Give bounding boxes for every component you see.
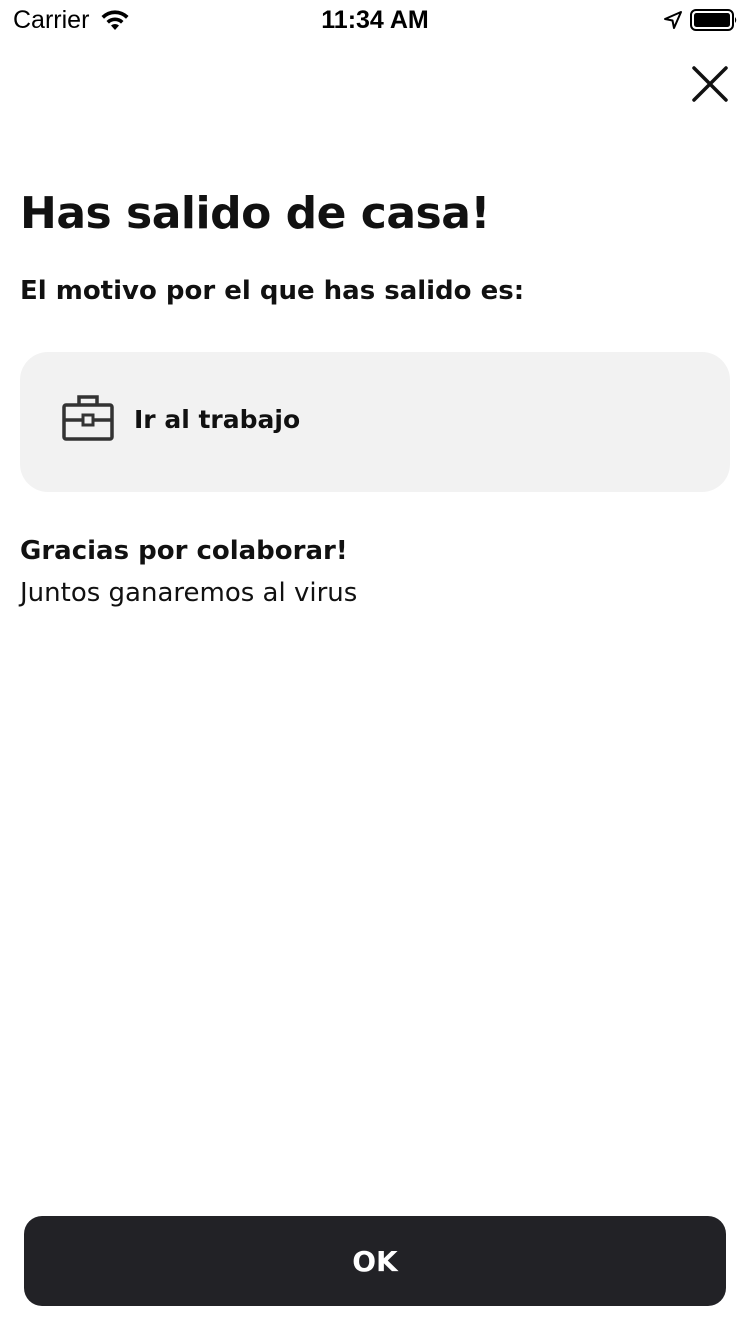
close-icon <box>692 66 728 102</box>
close-button[interactable] <box>686 60 734 108</box>
location-arrow-icon <box>664 11 682 29</box>
reason-label: Ir al trabajo <box>134 405 301 434</box>
status-bar: Carrier 11:34 AM <box>0 0 750 40</box>
reason-card: Ir al trabajo <box>20 352 730 492</box>
reason-prompt: El motivo por el que has salido es: <box>20 276 525 306</box>
together-text: Juntos ganaremos al virus <box>20 578 358 608</box>
ok-button[interactable]: OK <box>24 1216 726 1306</box>
briefcase-icon <box>62 395 114 441</box>
page-title: Has salido de casa! <box>20 188 491 239</box>
status-time: 11:34 AM <box>321 6 429 34</box>
thanks-text: Gracias por colaborar! <box>20 536 348 566</box>
battery-icon <box>690 9 737 31</box>
